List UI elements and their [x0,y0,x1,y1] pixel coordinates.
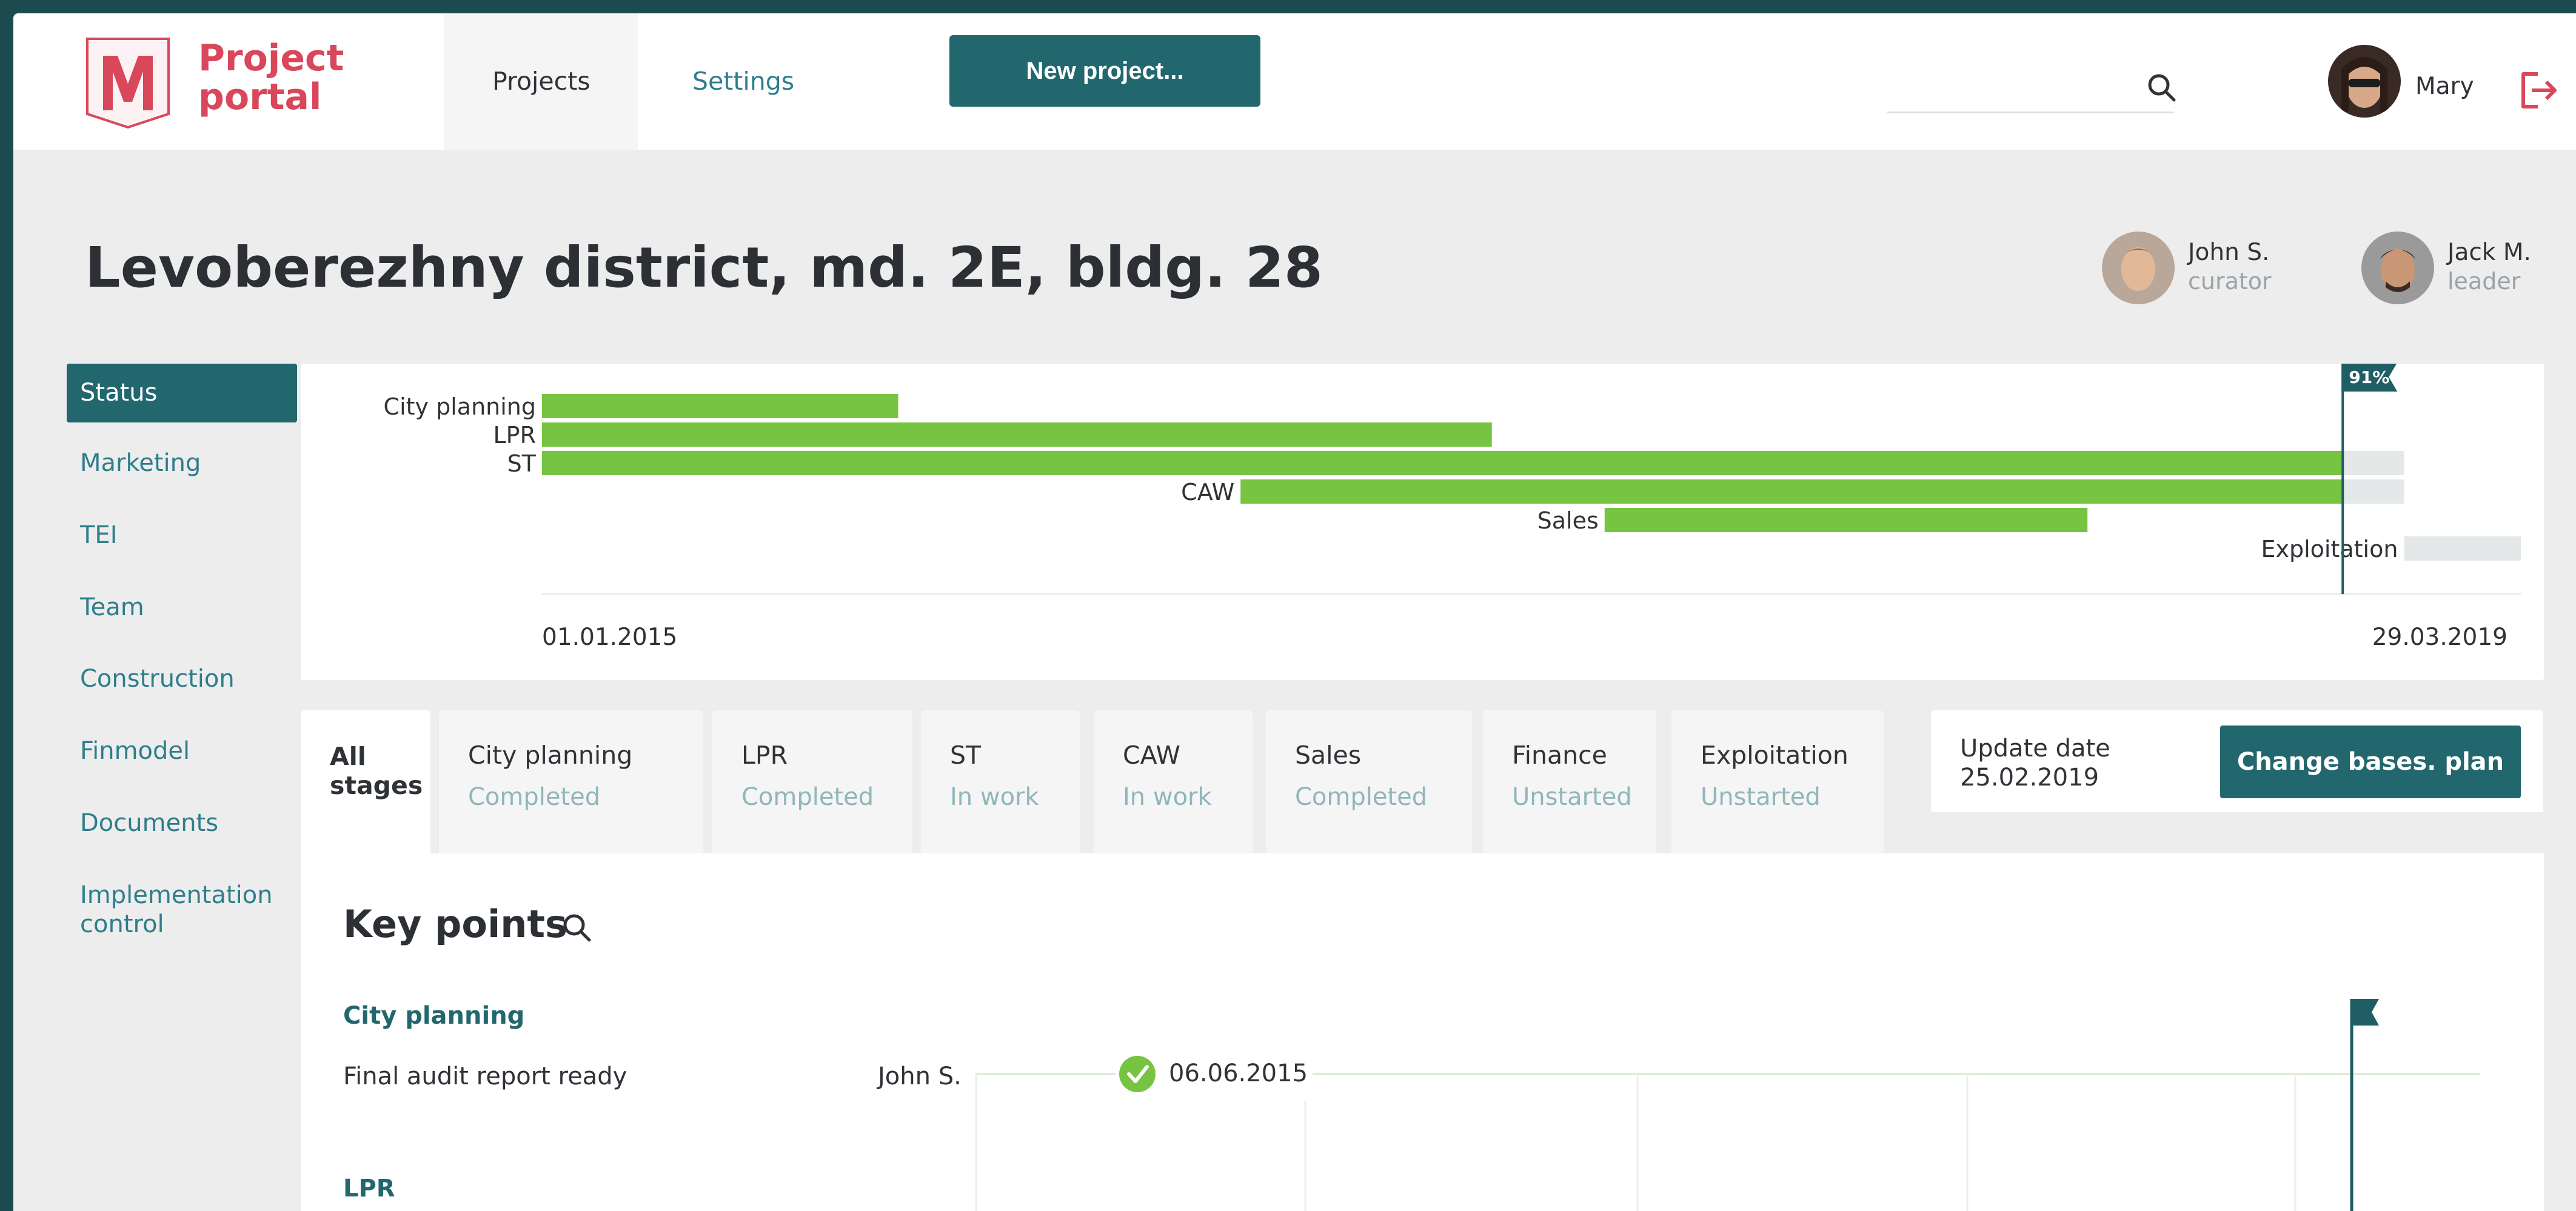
leader-avatar-image [2361,232,2434,304]
key-points-panel: Key points City planning Final audit rep… [301,853,2544,1211]
leader-role: leader [2447,268,2521,295]
curator-avatar [2102,232,2175,304]
gantt-chart-panel: City planning LPR ST CAW Sales Exploitation 9… [301,364,2544,680]
update-date-value: 25.02.2019 [1960,764,2099,792]
curator-avatar-image [2102,232,2175,304]
today-flag-icon [2352,999,2379,1026]
sidebar-item-status[interactable]: Status [67,364,297,422]
tab-label: LPR [741,741,788,770]
tab-finance[interactable]: Finance Unstarted [1483,710,1656,853]
sidebar-item-label: Finmodel [80,737,190,765]
tab-label: Exploitation [1701,741,1848,770]
key-points-section-lpr[interactable]: LPR [343,1175,395,1203]
gantt-task-label-exploitation: Exploitation [2261,536,2398,562]
key-points-timeline [975,999,2480,1211]
gantt-end-date: 29.03.2019 [2372,624,2507,651]
app-window: Project portal Projects Settings New pro… [13,13,2576,1211]
leader-avatar [2361,232,2434,304]
key-points-section-city-planning[interactable]: City planning [343,1002,524,1030]
tab-label: City planning [468,741,633,770]
tab-label: CAW [1123,741,1180,770]
curator-role: curator [2188,268,2272,295]
tab-status: Completed [1295,783,1428,811]
gantt-planned-bar-caw [2343,479,2404,504]
tab-exploitation[interactable]: Exploitation Unstarted [1671,710,1884,853]
check-circle-icon [1119,1056,1156,1092]
leader-person[interactable]: Jack M. leader [2361,232,2568,310]
key-points-title: Key points [343,902,567,946]
gantt-done-bar-sales[interactable] [1604,508,2088,532]
tab-status: Unstarted [1512,783,1632,811]
sidebar-item-label: Marketing [80,449,201,477]
tab-status: Unstarted [1701,783,1821,811]
top-header: Project portal Projects Settings New pro… [13,13,2576,150]
tab-status: Completed [741,783,874,811]
logout-icon[interactable] [2517,69,2560,112]
curator-person[interactable]: John S. curator [2102,232,2296,310]
update-date-label: Update date [1960,735,2110,762]
page-title: Levoberezhny district, md. 2E, bldg. 28 [85,235,1323,300]
search-icon[interactable] [560,911,594,945]
gantt-chart: City planningLPRST CAW Sales Exploitation 9… [384,364,2521,651]
key-point-task: Final audit report ready [343,1063,627,1090]
tab-label: All stages [330,742,423,800]
tab-lpr[interactable]: LPR Completed [712,710,912,853]
gantt-done-bar-lpr[interactable] [542,422,1492,447]
tab-status: Completed [468,783,601,811]
gantt-done-bars [542,394,2343,532]
gantt-planned-bar-st [2343,451,2404,475]
tab-city-planning[interactable]: City planning Completed [439,710,703,853]
tab-label: ST [950,741,982,770]
key-point-owner: John S. [878,1063,962,1090]
brand-name[interactable]: Project portal [198,39,344,116]
tab-sales[interactable]: Sales Completed [1266,710,1472,853]
nav-tab-projects[interactable]: Projects [492,67,590,96]
gantt-progress-label: 91% [2349,367,2389,387]
tab-status: In work [950,783,1039,811]
gantt-task-label-st: ST [507,450,537,477]
gantt-planned-bar-exploitation [2404,536,2521,561]
new-project-button[interactable]: New project... [949,35,1260,107]
user-avatar[interactable] [2328,45,2401,118]
sidebar-item-label: Documents [80,809,219,837]
tab-all-stages[interactable]: All stages [301,710,430,853]
sidebar-item-label: TEI [80,521,118,549]
sidebar-item-label: Team [80,593,144,621]
brand-line-2: portal [198,76,322,118]
sidebar-item-label: Construction [80,665,235,693]
user-avatar-image [2328,45,2401,118]
gantt-task-labels: City planningLPRST CAW Sales Exploitation [384,393,2398,562]
search-input[interactable] [1887,62,2174,113]
gantt-task-label-lpr: LPR [493,422,537,449]
user-name[interactable]: Mary [2415,73,2474,100]
brand-line-1: Project [198,37,344,79]
search-icon[interactable] [2145,71,2179,105]
sidebar-item-label: Status [80,379,158,407]
tab-caw[interactable]: CAW In work [1094,710,1253,853]
key-point-date: 06.06.2015 [1169,1059,1308,1087]
tab-label: Sales [1295,741,1362,770]
sidebar-item-label: Implementation control [80,881,273,938]
gantt-start-date: 01.01.2015 [542,624,677,651]
gantt-task-label-sales: Sales [1537,507,1599,534]
gantt-task-label-caw: CAW [1181,479,1234,505]
curator-name: John S. [2188,239,2270,266]
gantt-task-label-city-planning: City planning [384,393,536,420]
gantt-done-bar-st[interactable] [542,451,2343,475]
leader-name: Jack M. [2447,239,2531,266]
change-bases-plan-button[interactable]: Change bases. plan [2220,726,2521,798]
tab-status: In work [1123,783,1212,811]
gantt-done-bar-caw[interactable] [1240,479,2343,504]
tab-label: Finance [1512,741,1607,770]
nav-tab-settings[interactable]: Settings [692,67,794,96]
tab-st[interactable]: ST In work [921,710,1080,853]
gantt-done-bar-city-planning[interactable] [542,394,898,418]
project-portal-logo [86,38,170,129]
